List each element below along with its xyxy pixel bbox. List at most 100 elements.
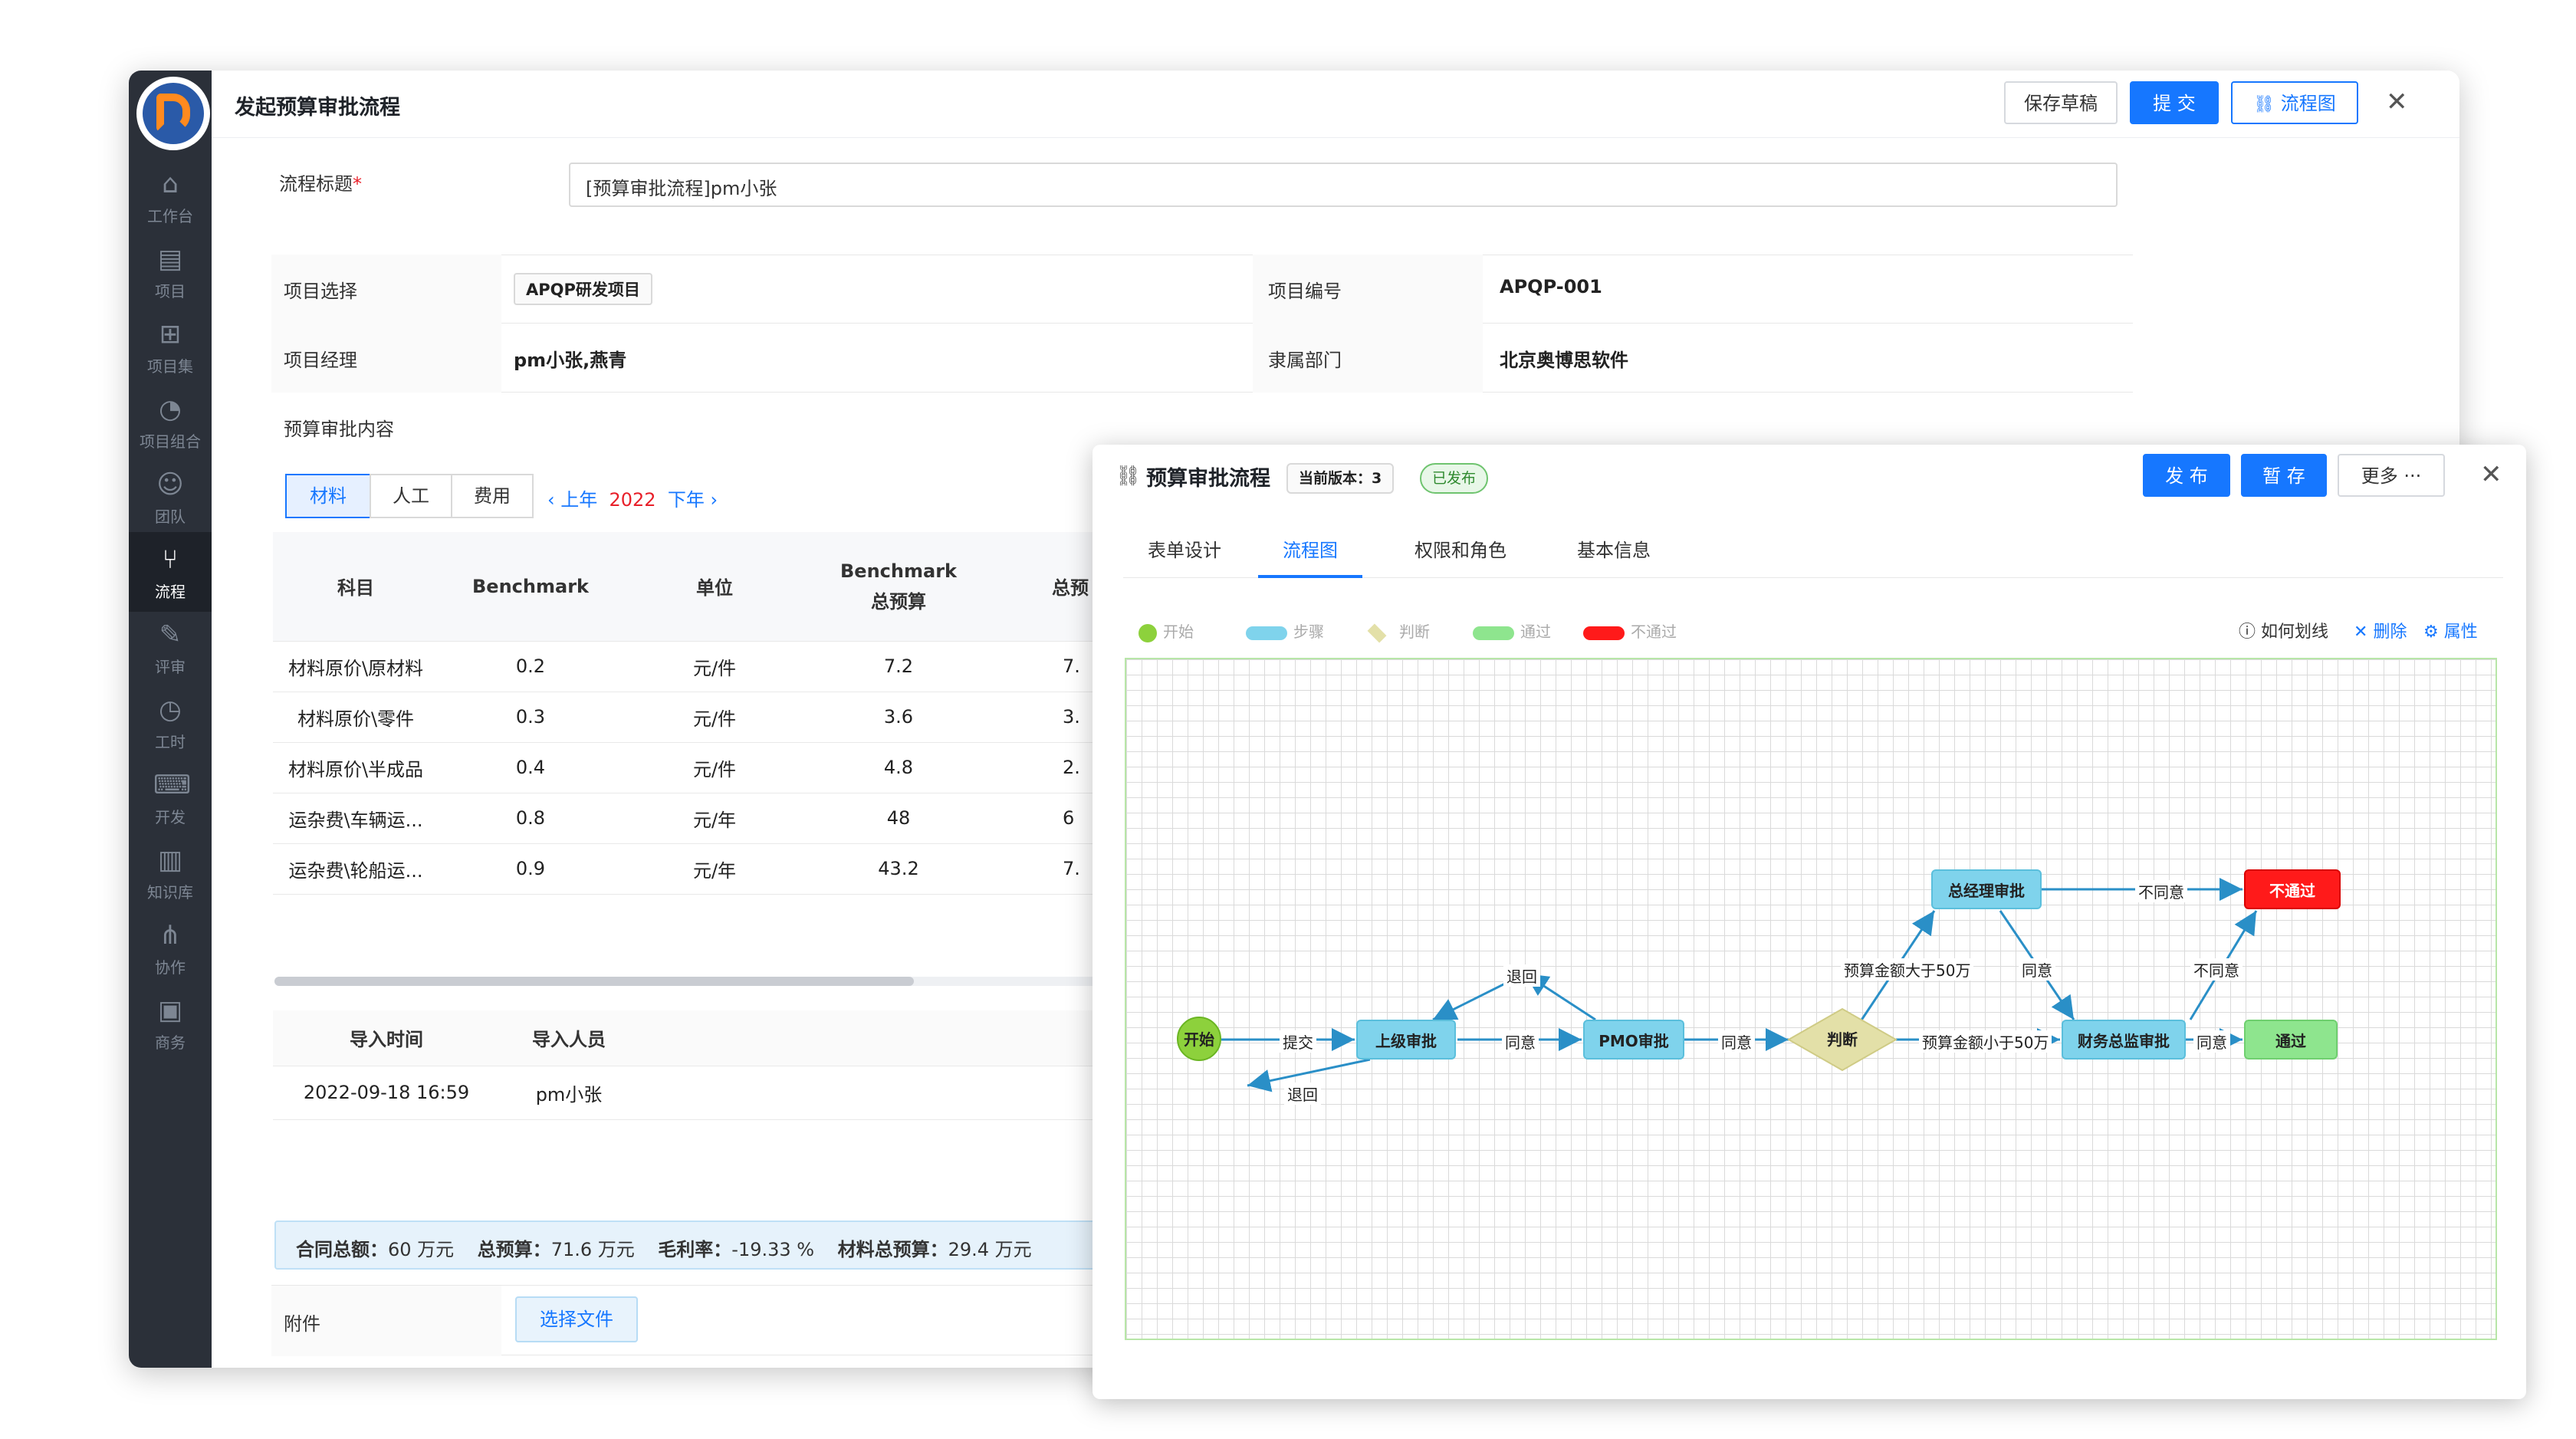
table-cell: 材料原价\原材料 (273, 641, 439, 692)
table-cell: 0.8 (439, 793, 623, 844)
node-pmo[interactable]: PMO审批 (1583, 1020, 1684, 1060)
close-icon[interactable]: ✕ (2480, 462, 2502, 488)
node-pass[interactable]: 通过 (2244, 1020, 2338, 1060)
node-start[interactable]: 开始 (1177, 1017, 1221, 1061)
flowchart-button[interactable]: ⛓ 流程图 (2231, 81, 2358, 124)
sidebar-item-label: 流程 (155, 583, 186, 601)
business-icon: ▣ (157, 995, 183, 1026)
sidebar-item-label: 商务 (155, 1033, 186, 1052)
project-select-tag[interactable]: APQP研发项目 (514, 273, 652, 305)
edge-label-gm-reject: 不同意 (2135, 880, 2187, 902)
share-icon: ⋔ (159, 920, 182, 951)
app-logo[interactable] (136, 77, 210, 150)
review-icon: ✎ (159, 619, 182, 650)
sidebar-item-5[interactable]: ⑂ 流程 (129, 532, 212, 612)
sidebar-item-11[interactable]: ▣ 商务 (129, 983, 212, 1063)
sidebar-item-9[interactable]: ▥ 知识库 (129, 833, 212, 912)
sidebar-item-label: 协作 (155, 958, 186, 977)
sidebar-item-8[interactable]: ⌨ 开发 (129, 757, 212, 837)
table-cell: 0.4 (439, 742, 623, 793)
help-link[interactable]: ⓘ 如何划线 (2239, 618, 2328, 642)
sidebar-item-label: 评审 (155, 658, 186, 676)
dept-label: 隶属部门 (1268, 350, 1342, 371)
sidebar-item-label: 工时 (155, 733, 186, 751)
tab-permissions[interactable]: 权限和角色 (1414, 529, 1506, 578)
prev-year-link[interactable]: ‹ 上年 (547, 489, 597, 511)
table-header: 导入人员 (500, 1010, 638, 1066)
tab-flowchart[interactable]: 流程图 (1258, 529, 1362, 578)
legend-pass: 通过 (1473, 619, 1551, 642)
node-fail[interactable]: 不通过 (2244, 869, 2341, 909)
sidebar-item-2[interactable]: ⊞ 项目集 (129, 307, 212, 386)
sidebar-item-0[interactable]: ⌂ 工作台 (129, 156, 212, 236)
table-cell: 48 (807, 793, 991, 844)
table-scrollbar-thumb[interactable] (274, 977, 914, 986)
properties-link[interactable]: ⚙ 属性 (2423, 618, 2478, 642)
tab-labor[interactable]: 人工 (370, 474, 452, 518)
flowchart-icon: ⛓ (1116, 465, 1142, 488)
node-superior[interactable]: 上级审批 (1356, 1020, 1456, 1060)
table-cell: 0.2 (439, 641, 623, 692)
table-header: 科目 (273, 532, 439, 642)
save-draft-button[interactable]: 保存草稿 (2004, 81, 2118, 124)
table-cell: 7.2 (807, 641, 991, 692)
edge-label-submit: 提交 (1280, 1030, 1316, 1053)
table-cell: 4.8 (807, 742, 991, 793)
home-icon: ⌂ (162, 169, 179, 199)
publish-button[interactable]: 发 布 (2143, 454, 2230, 497)
project-select-label: 项目选择 (284, 281, 357, 302)
edge-label-agree1: 同意 (1502, 1030, 1539, 1053)
sidebar-item-1[interactable]: ▤ 项目 (129, 232, 212, 311)
delete-link[interactable]: ✕ 删除 (2354, 618, 2407, 642)
import-user: pm小张 (500, 1066, 638, 1120)
node-judge[interactable]: 判断 (1812, 1020, 1873, 1060)
legend-step: 步骤 (1246, 619, 1324, 642)
flow-title-label: 流程标题 (279, 173, 353, 195)
flow-dialog: ⛓ 预算审批流程 当前版本：3 已发布 发 布 暂 存 更多 ··· ✕ 表单设… (1092, 445, 2526, 1399)
table-cell: 元/件 (623, 692, 807, 743)
table-cell: 元/件 (623, 641, 807, 692)
legend-fail: 不通过 (1583, 619, 1677, 642)
next-year-link[interactable]: 下年 › (668, 489, 718, 511)
page-title: 发起预算审批流程 (235, 96, 400, 120)
tab-form-design[interactable]: 表单设计 (1148, 529, 1221, 578)
status-badge: 已发布 (1420, 463, 1489, 494)
edge-label-fin-reject: 不同意 (2190, 958, 2242, 981)
tab-basic-info[interactable]: 基本信息 (1577, 529, 1651, 578)
flow-canvas[interactable]: 开始 上级审批 PMO审批 判断 总经理审批 财务总监审批 通过 不通过 提交 … (1125, 658, 2497, 1340)
sidebar-item-7[interactable]: ◷ 工时 (129, 682, 212, 762)
close-icon[interactable]: ✕ (2386, 89, 2408, 115)
tab-material[interactable]: 材料 (285, 474, 371, 518)
project-row: 项目选择 APQP研发项目 项目编号 APQP-001 (271, 255, 2133, 324)
title-bar: 发起预算审批流程 保存草稿 提 交 ⛓ 流程图 ✕ (212, 71, 2459, 138)
clock-icon: ◷ (159, 695, 182, 725)
required-mark: * (353, 173, 362, 195)
node-gm[interactable]: 总经理审批 (1931, 869, 2042, 909)
submit-button[interactable]: 提 交 (2130, 81, 2219, 124)
version-badge: 当前版本：3 (1286, 463, 1395, 494)
project-icon: ▤ (157, 244, 183, 274)
table-cell: 材料原价\半成品 (273, 742, 439, 793)
sidebar-item-6[interactable]: ✎ 评审 (129, 607, 212, 687)
tab-expense[interactable]: 费用 (451, 474, 534, 518)
team-icon: ☺ (156, 469, 184, 500)
choose-file-button[interactable]: 选择文件 (515, 1296, 638, 1342)
more-button[interactable]: 更多 ··· (2338, 454, 2445, 497)
gear-icon: ⚙ (2423, 623, 2439, 642)
table-cell: 元/年 (623, 793, 807, 844)
flow-title-input[interactable]: [预算审批流程]pm小张 (569, 163, 2118, 207)
save-temp-button[interactable]: 暂 存 (2241, 454, 2327, 497)
table-cell: 运杂费\轮船运... (273, 843, 439, 895)
table-header: 导入时间 (273, 1010, 500, 1066)
table-cell: 元/件 (623, 742, 807, 793)
flow-title-row: 流程标题* [预算审批流程]pm小张 (271, 138, 2133, 215)
sidebar-item-3[interactable]: ◔ 项目组合 (129, 382, 212, 462)
legend-judge: 判断 (1361, 619, 1430, 642)
sidebar-item-label: 工作台 (147, 207, 193, 225)
sidebar-item-4[interactable]: ☺ 团队 (129, 457, 212, 537)
flow-tabs: 表单设计 流程图 权限和角色 基本信息 (1123, 529, 2503, 578)
portfolio-icon: ◔ (159, 394, 182, 425)
project-set-icon: ⊞ (159, 319, 182, 350)
node-finance[interactable]: 财务总监审批 (2062, 1020, 2186, 1060)
sidebar-item-10[interactable]: ⋔ 协作 (129, 908, 212, 987)
